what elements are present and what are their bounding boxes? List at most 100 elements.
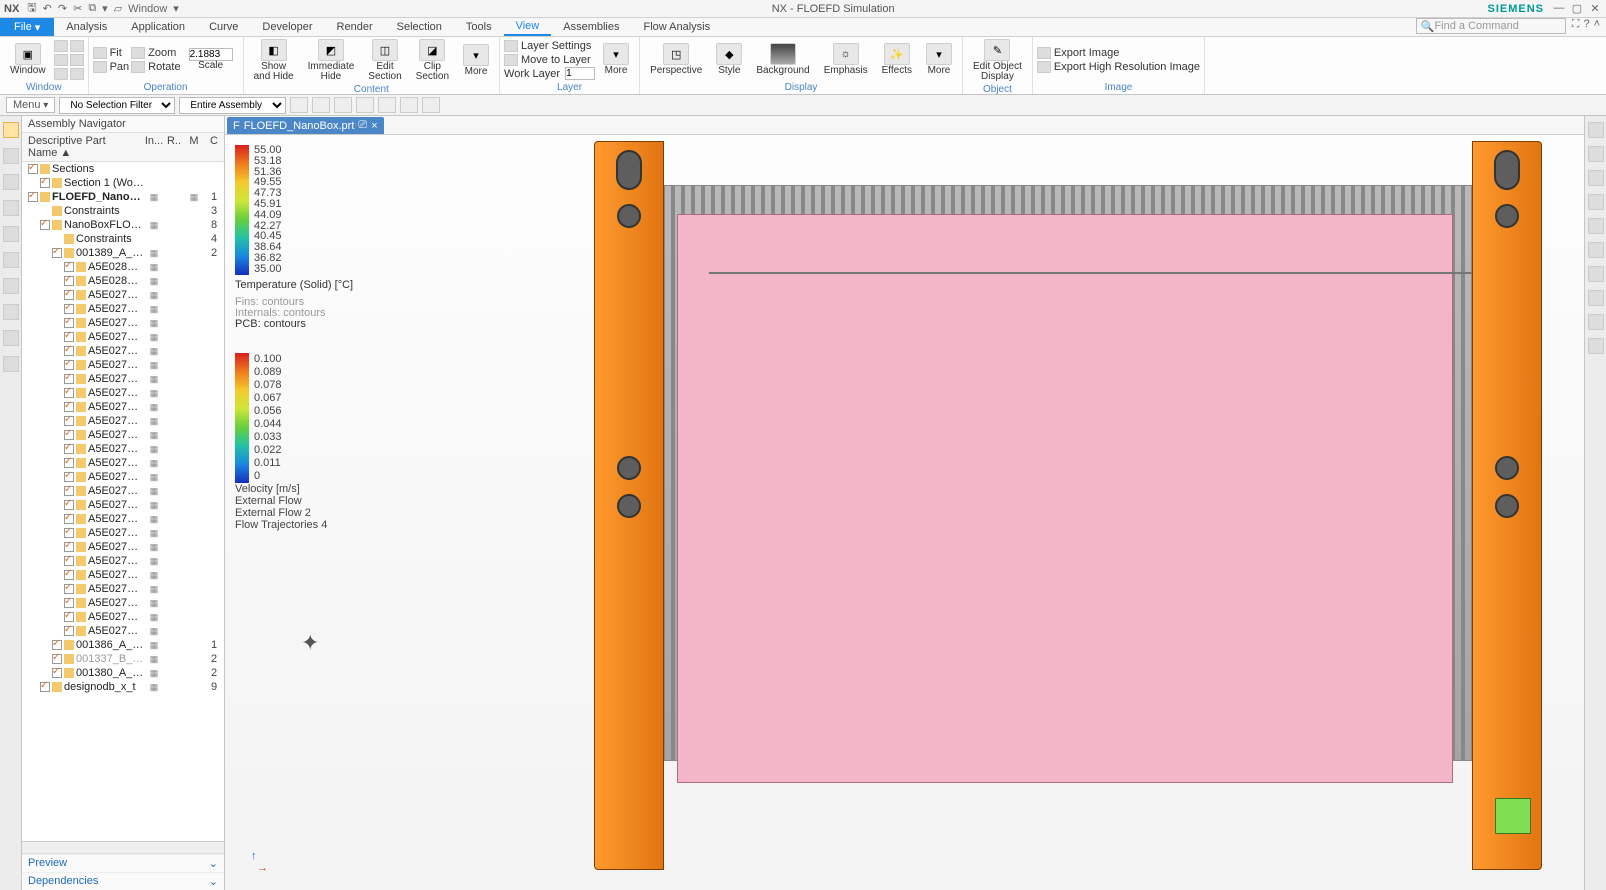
- tree-item[interactable]: A5E02782250_i...: [22, 512, 224, 526]
- assembly-navigator-icon[interactable]: [3, 122, 19, 138]
- browser-icon[interactable]: [3, 252, 19, 268]
- close-tab-icon[interactable]: ×: [371, 120, 377, 132]
- help-icon[interactable]: ?: [1583, 18, 1589, 36]
- rewind-icon[interactable]: [1588, 266, 1604, 282]
- legend-series[interactable]: PCB: contours: [235, 319, 365, 330]
- emphasis-button[interactable]: ☼Emphasis: [818, 41, 874, 78]
- checkbox[interactable]: [64, 514, 74, 524]
- checkbox[interactable]: [52, 654, 62, 664]
- checkbox[interactable]: [40, 178, 50, 188]
- play-icon[interactable]: [1588, 242, 1604, 258]
- tree-item[interactable]: A5E02782250_i...: [22, 316, 224, 330]
- tree-item[interactable]: designodb_x_t9: [22, 680, 224, 694]
- coordinate-triad[interactable]: [239, 836, 279, 876]
- window-small-6[interactable]: [70, 67, 84, 80]
- menu-tab-render[interactable]: Render: [325, 18, 385, 36]
- tree-item[interactable]: A5E02782250_i...: [22, 414, 224, 428]
- cut-icon[interactable]: ✂: [73, 2, 82, 15]
- edit-section-button[interactable]: ◫Edit Section: [362, 37, 407, 84]
- checkbox[interactable]: [64, 318, 74, 328]
- tree-item[interactable]: A5E02782250_i...: [22, 470, 224, 484]
- save-icon[interactable]: 🖫: [27, 0, 36, 18]
- checkbox[interactable]: [64, 458, 74, 468]
- checkbox[interactable]: [64, 360, 74, 370]
- checkbox[interactable]: [52, 248, 62, 258]
- menu-tab-application[interactable]: Application: [119, 18, 197, 36]
- checkbox[interactable]: [64, 584, 74, 594]
- image-tool-icon[interactable]: [1588, 338, 1604, 354]
- copy-icon[interactable]: ⧉: [88, 2, 96, 15]
- command-search[interactable]: 🔍 Find a Command: [1416, 18, 1566, 34]
- tree-item[interactable]: Constraints3: [22, 204, 224, 218]
- tree-item[interactable]: A5E02782250_i...: [22, 498, 224, 512]
- content-more-button[interactable]: ▾More: [457, 42, 495, 79]
- tree-item[interactable]: A5E02782250_i...: [22, 344, 224, 358]
- selection-icon-7[interactable]: [422, 97, 440, 113]
- orient-icon[interactable]: [1588, 194, 1604, 210]
- model-view[interactable]: [455, 141, 1564, 870]
- system-icon[interactable]: [3, 330, 19, 346]
- window-button[interactable]: ▣Window: [4, 41, 52, 78]
- tree-item[interactable]: A5E02782250_i...: [22, 428, 224, 442]
- graphics-viewport[interactable]: 55.0053.1851.3649.5547.7345.9144.0942.27…: [225, 134, 1584, 890]
- edit-object-display-button[interactable]: ✎Edit Object Display: [967, 37, 1028, 84]
- col-descriptive-name[interactable]: Descriptive Part Name ▲: [22, 133, 144, 161]
- window-small-1[interactable]: [54, 39, 68, 52]
- checkbox[interactable]: [52, 668, 62, 678]
- checkbox[interactable]: [64, 570, 74, 580]
- checkbox[interactable]: [28, 164, 38, 174]
- pin-icon[interactable]: ⎚: [358, 119, 367, 132]
- fit-button[interactable]: Fit: [93, 46, 130, 59]
- checkbox[interactable]: [28, 192, 38, 202]
- checkbox[interactable]: [64, 346, 74, 356]
- window-small-5[interactable]: [70, 53, 84, 66]
- restore-icon[interactable]: ▢: [1570, 2, 1584, 15]
- col-info[interactable]: In...: [144, 133, 164, 161]
- menu-tab-tools[interactable]: Tools: [454, 18, 504, 36]
- tree-item[interactable]: A5E02782811_G...: [22, 288, 224, 302]
- legend-series[interactable]: Flow Trajectories 4: [235, 519, 365, 531]
- window-label[interactable]: Window: [128, 3, 167, 15]
- reuse-library-icon[interactable]: [3, 200, 19, 216]
- checkbox[interactable]: [52, 640, 62, 650]
- layer-settings-button[interactable]: Layer Settings: [504, 39, 595, 52]
- tree-item[interactable]: Section 1 (Work): [22, 176, 224, 190]
- checkbox[interactable]: [64, 276, 74, 286]
- checkbox[interactable]: [64, 416, 74, 426]
- col-c[interactable]: C: [204, 133, 224, 161]
- menu-tab-flow-analysis[interactable]: Flow Analysis: [631, 18, 722, 36]
- selection-filter-dropdown[interactable]: No Selection Filter: [59, 97, 175, 114]
- tree-item[interactable]: A5E02782250_i...: [22, 484, 224, 498]
- grid-icon[interactable]: [1588, 170, 1604, 186]
- window-small-2[interactable]: [54, 53, 68, 66]
- tree-item[interactable]: A5E02782250_i...: [22, 302, 224, 316]
- checkbox[interactable]: [64, 444, 74, 454]
- part-navigator-icon[interactable]: [3, 148, 19, 164]
- legend-series[interactable]: External Flow 2: [235, 507, 365, 519]
- checkbox[interactable]: [64, 402, 74, 412]
- col-m[interactable]: M: [184, 133, 204, 161]
- show-hide-button[interactable]: ◧Show and Hide: [248, 37, 300, 84]
- legend-series[interactable]: External Flow: [235, 495, 365, 507]
- checkbox[interactable]: [64, 388, 74, 398]
- tree-item[interactable]: A5E02782250_i...: [22, 456, 224, 470]
- window-small-4[interactable]: [70, 39, 84, 52]
- tree-item[interactable]: A5E02782250_i...: [22, 540, 224, 554]
- wcs-icon[interactable]: [1588, 146, 1604, 162]
- tree-item[interactable]: A5E02806385_G...: [22, 260, 224, 274]
- selection-icon-1[interactable]: [290, 97, 308, 113]
- file-tab[interactable]: File▾: [0, 18, 54, 36]
- collapse-ribbon-icon[interactable]: ˄: [1594, 18, 1600, 36]
- checkbox[interactable]: [64, 556, 74, 566]
- checkbox[interactable]: [64, 528, 74, 538]
- checkbox[interactable]: [40, 220, 50, 230]
- history-icon[interactable]: [3, 278, 19, 294]
- rotate-button[interactable]: Rotate: [131, 60, 180, 73]
- tree-item[interactable]: A5E02782250_i...: [22, 442, 224, 456]
- navigator-columns[interactable]: Descriptive Part Name ▲ In... R.. M C: [22, 133, 224, 162]
- tree-item[interactable]: 001386_A_x_t1: [22, 638, 224, 652]
- roles-icon[interactable]: [3, 304, 19, 320]
- layer-more-button[interactable]: ▾More: [597, 41, 635, 78]
- col-r[interactable]: R..: [164, 133, 184, 161]
- tree-item[interactable]: Constraints4: [22, 232, 224, 246]
